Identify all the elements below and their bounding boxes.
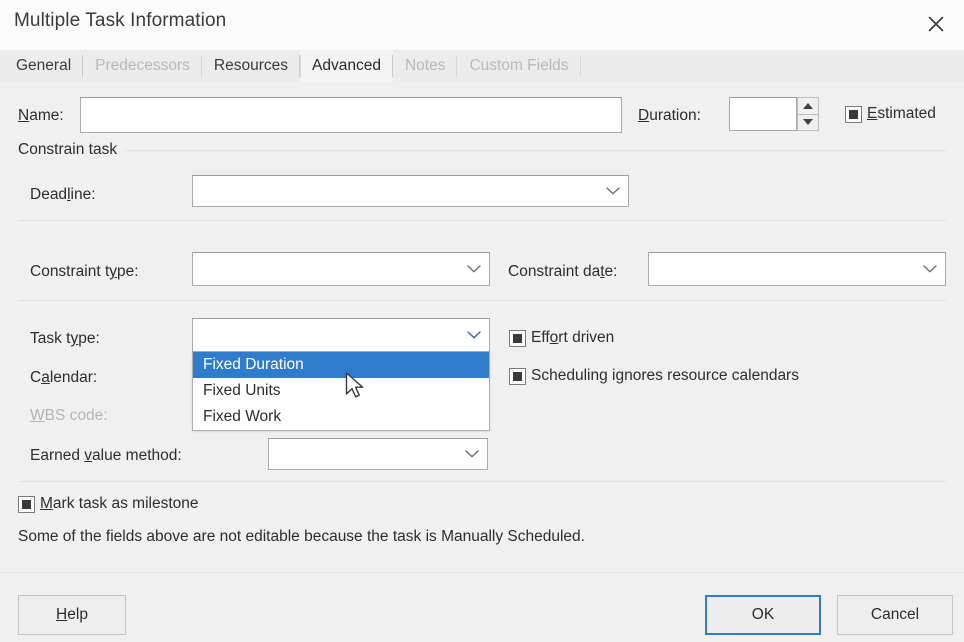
name-label: Name: [18, 107, 64, 124]
help-button[interactable]: Help [18, 595, 126, 635]
page-title: Multiple Task Information [14, 10, 227, 31]
group-rule-bottom [18, 481, 946, 482]
constraint-type-label: Constraint type: [30, 263, 139, 280]
advanced-tab-panel: Name: Duration: Estimated Constrain task… [0, 82, 964, 572]
chevron-down-icon [467, 331, 481, 339]
duration-label: Duration: [638, 107, 701, 124]
tab-notes[interactable]: Notes [393, 50, 458, 82]
effort-driven-label: Effort driven [531, 329, 615, 346]
tab-advanced[interactable]: Advanced [300, 50, 393, 82]
ok-button[interactable]: OK [705, 595, 821, 635]
tab-general[interactable]: General [4, 50, 84, 82]
mark-task-as-milestone-label: Mark task as milestone [40, 495, 199, 512]
checkbox-indeterminate-icon [845, 105, 862, 123]
task-type-combobox[interactable] [192, 318, 490, 352]
group-rule-mid-2 [18, 300, 946, 301]
duration-decrement-button[interactable] [797, 114, 819, 131]
dialog-footer: Help OK Cancel [0, 572, 964, 642]
scheduling-ignores-calendars-checkbox[interactable]: Scheduling ignores resource calendars [509, 367, 799, 385]
close-icon [925, 13, 947, 35]
deadline-combobox[interactable] [192, 175, 629, 207]
wbs-code-label: WBS code: [30, 407, 108, 424]
help-button-label: Help [56, 606, 88, 623]
multiple-task-information-dialog: Multiple Task Information General Predec… [0, 0, 964, 642]
constraint-type-combobox[interactable] [192, 252, 490, 286]
tab-resources[interactable]: Resources [202, 50, 301, 82]
dropdown-option-fixed-duration[interactable]: Fixed Duration [193, 352, 489, 378]
manually-scheduled-note: Some of the fields above are not editabl… [18, 528, 585, 545]
task-type-label: Task type: [30, 330, 100, 347]
constrain-task-group-caption: Constrain task [18, 141, 126, 159]
title-bar: Multiple Task Information [0, 0, 964, 50]
constraint-date-combobox[interactable] [648, 252, 946, 286]
estimated-label: Estimated [867, 105, 936, 122]
task-type-dropdown-list[interactable]: Fixed Duration Fixed Units Fixed Work [192, 352, 490, 431]
duration-increment-button[interactable] [797, 97, 819, 115]
triangle-up-icon [803, 102, 813, 109]
cancel-button-label: Cancel [870, 606, 920, 623]
triangle-down-icon [803, 119, 813, 126]
group-rule-mid-1 [18, 220, 946, 221]
tab-predecessors[interactable]: Predecessors [83, 50, 202, 82]
deadline-label: Deadline: [30, 186, 96, 203]
name-input[interactable] [80, 97, 622, 133]
duration-input[interactable] [729, 97, 797, 131]
constraint-date-label: Constraint date: [508, 263, 618, 280]
tab-strip: General Predecessors Resources Advanced … [0, 50, 964, 82]
chevron-down-icon [467, 265, 481, 273]
calendar-label: Calendar: [30, 369, 98, 386]
ok-button-label: OK [751, 606, 775, 623]
dropdown-option-fixed-units[interactable]: Fixed Units [193, 378, 489, 404]
scheduling-ignores-calendars-label: Scheduling ignores resource calendars [531, 367, 799, 384]
checkbox-indeterminate-icon [509, 329, 526, 347]
cancel-button[interactable]: Cancel [837, 595, 953, 635]
effort-driven-checkbox[interactable]: Effort driven [509, 329, 614, 347]
close-button[interactable] [908, 0, 964, 48]
chevron-down-icon [606, 187, 620, 195]
duration-spin-buttons [797, 97, 819, 131]
chevron-down-icon [923, 265, 937, 273]
dropdown-option-fixed-work[interactable]: Fixed Work [193, 404, 489, 430]
estimated-checkbox[interactable]: Estimated [845, 105, 936, 123]
duration-stepper[interactable] [729, 97, 819, 131]
earned-value-method-combobox[interactable] [268, 438, 488, 470]
group-rule-top [18, 150, 946, 151]
checkbox-indeterminate-icon [509, 367, 526, 385]
tab-custom-fields[interactable]: Custom Fields [457, 50, 581, 82]
chevron-down-icon [465, 450, 479, 458]
earned-value-method-label: Earned value method: [30, 447, 182, 464]
mark-task-as-milestone-checkbox[interactable]: Mark task as milestone [18, 495, 199, 513]
checkbox-indeterminate-icon [18, 495, 35, 513]
